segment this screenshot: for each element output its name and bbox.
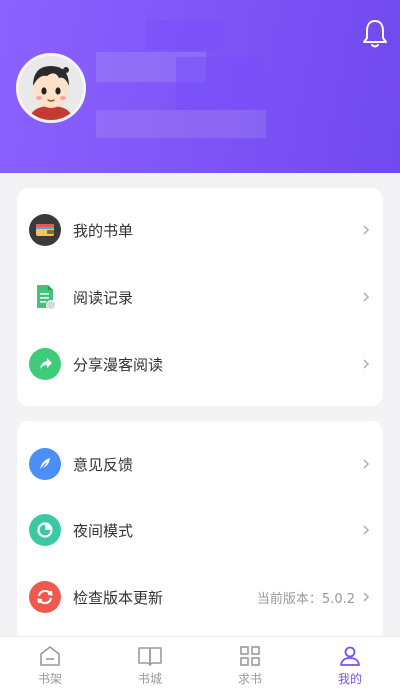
menu-item-label: 检查版本更新	[73, 588, 164, 607]
tab-bookstore[interactable]: 书城	[100, 637, 200, 690]
tab-request-book[interactable]: 求书	[200, 637, 300, 690]
menu-item-check-update[interactable]: 检查版本更新 当前版本：5.0.2	[17, 564, 383, 630]
menu-item-night-mode[interactable]: 夜间模式	[17, 497, 383, 563]
feather-icon	[29, 448, 61, 480]
bookshelf-icon	[40, 646, 60, 666]
chevron-right-icon	[363, 525, 370, 535]
menu-item-booklist[interactable]: 我的书单	[17, 197, 383, 263]
share-icon	[29, 348, 61, 380]
blurred-info	[96, 110, 266, 138]
menu-item-label: 我的书单	[73, 221, 134, 240]
version-text: 当前版本：5.0.2	[256, 591, 355, 607]
document-icon	[29, 281, 61, 313]
menu-item-label: 分享漫客阅读	[73, 355, 164, 374]
menu-item-feedback[interactable]: 意见反馈	[17, 431, 383, 497]
tab-label: 我的	[337, 672, 362, 686]
wallet-icon	[29, 214, 61, 246]
person-icon	[340, 646, 360, 666]
menu-card-1: 我的书单 阅读记录 分享漫客阅读	[17, 188, 383, 406]
chevron-right-icon	[363, 592, 370, 602]
chevron-right-icon	[363, 225, 370, 235]
tab-label: 书城	[137, 672, 162, 686]
grid-icon	[240, 646, 260, 666]
chevron-right-icon	[363, 459, 370, 469]
profile-header	[0, 0, 400, 173]
menu-item-label: 意见反馈	[73, 455, 134, 474]
book-icon	[138, 647, 162, 666]
blurred-username	[146, 20, 224, 50]
menu-item-share[interactable]: 分享漫客阅读	[17, 331, 383, 397]
tab-bookshelf[interactable]: 书架	[0, 637, 100, 690]
blurred-info	[176, 57, 264, 110]
menu-item-label: 阅读记录	[73, 288, 134, 307]
menu-card-2: 意见反馈 夜间模式 检查版本更新 当前版本：5.0.2	[17, 421, 383, 661]
bottom-tab-bar: 书架 书城 求书 我的	[0, 636, 400, 690]
chevron-right-icon	[363, 359, 370, 369]
refresh-icon	[29, 581, 61, 613]
tab-mine[interactable]: 我的	[300, 637, 400, 690]
moon-icon	[29, 514, 61, 546]
chevron-right-icon	[363, 292, 370, 302]
avatar[interactable]	[16, 53, 86, 123]
menu-item-label: 夜间模式	[73, 521, 134, 540]
menu-item-reading-history[interactable]: 阅读记录	[17, 264, 383, 330]
tab-label: 书架	[37, 672, 62, 686]
tab-label: 求书	[237, 672, 262, 686]
bell-icon[interactable]	[361, 18, 389, 50]
